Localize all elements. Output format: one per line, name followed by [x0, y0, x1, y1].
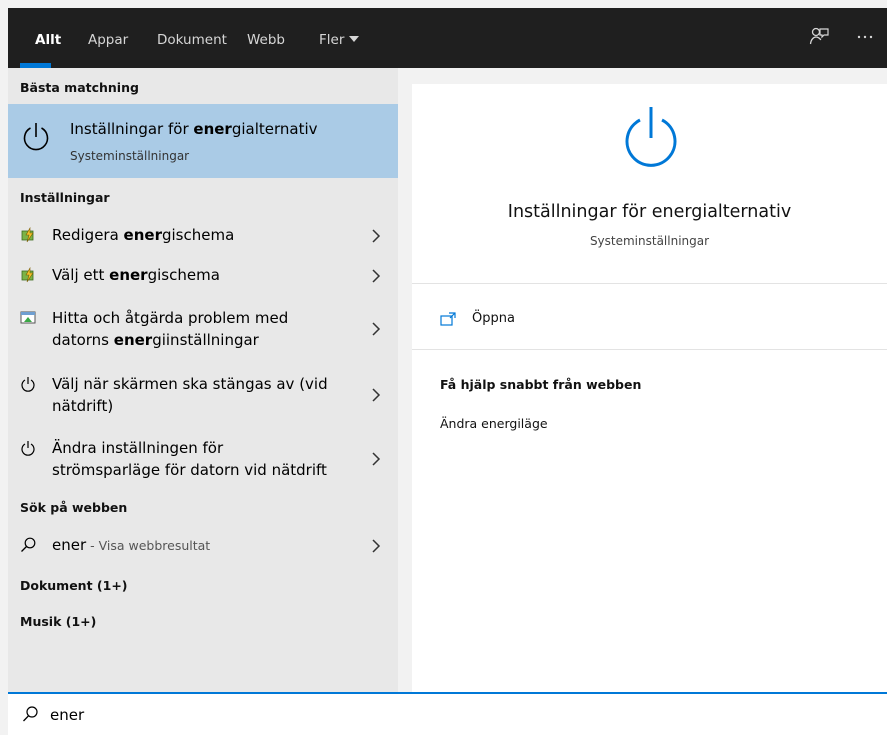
best-match-title: Inställningar för energialternativ	[70, 120, 318, 138]
caret-down-icon	[349, 36, 360, 42]
search-tabs-bar: Allt Appar Dokument Webb Fler	[8, 8, 887, 68]
troubleshoot-icon	[20, 311, 36, 324]
tab-web[interactable]: Webb	[247, 32, 285, 48]
tab-documents[interactable]: Dokument	[157, 32, 227, 48]
search-box[interactable]	[8, 694, 887, 735]
power-icon	[23, 123, 49, 151]
power-plan-icon	[21, 227, 34, 243]
item-label: Hitta och åtgärda problem med datorns en…	[52, 309, 289, 349]
search-icon	[21, 537, 36, 552]
chevron-right-icon[interactable]	[370, 388, 382, 402]
chevron-right-icon[interactable]	[370, 322, 382, 336]
web-help-link[interactable]: Ändra energiläge	[440, 416, 548, 431]
section-settings: Inställningar	[20, 190, 110, 205]
chevron-right-icon[interactable]	[370, 269, 382, 283]
item-label: Redigera energischema	[52, 226, 235, 244]
open-icon	[440, 312, 456, 326]
item-label: Ändra inställningen för strömsparläge fö…	[52, 439, 327, 479]
divider	[412, 283, 887, 284]
web-help-heading: Få hjälp snabbt från webben	[440, 377, 642, 392]
settings-item-edit-power-plan[interactable]: Redigera energischema	[8, 220, 398, 250]
power-icon	[21, 377, 35, 392]
chevron-right-icon[interactable]	[370, 452, 382, 466]
tab-all[interactable]: Allt	[35, 32, 61, 48]
feedback-icon[interactable]	[809, 26, 829, 46]
preview-subtitle: Systeminställningar	[589, 234, 710, 248]
power-plan-icon	[21, 267, 34, 283]
settings-item-sleep-mode[interactable]: Ändra inställningen för strömsparläge fö…	[8, 434, 398, 484]
section-best-match: Bästa matchning	[20, 80, 139, 95]
item-label: Välj när skärmen ska stängas av (vid nät…	[52, 375, 328, 415]
settings-item-choose-power-plan[interactable]: Välj ett energischema	[8, 260, 398, 290]
section-music[interactable]: Musik (1+)	[20, 614, 96, 629]
best-match-item[interactable]: Inställningar för energialternativ Syste…	[8, 104, 398, 178]
section-documents[interactable]: Dokument (1+)	[20, 578, 128, 593]
tab-more[interactable]: Fler	[319, 32, 360, 48]
item-label: Välj ett energischema	[52, 266, 220, 284]
chevron-right-icon[interactable]	[370, 539, 382, 553]
settings-item-screen-off[interactable]: Välj när skärmen ska stängas av (vid nät…	[8, 370, 398, 420]
best-match-subtitle: Systeminställningar	[70, 149, 190, 163]
open-label: Öppna	[472, 311, 515, 326]
power-icon	[625, 107, 677, 167]
web-search-item[interactable]: ener - Visa webbresultat	[8, 530, 398, 560]
settings-item-troubleshoot-power[interactable]: Hitta och åtgärda problem med datorns en…	[8, 304, 398, 354]
tab-more-label: Fler	[319, 32, 345, 48]
preview-pane: Inställningar för energialternativ Syste…	[412, 84, 887, 692]
divider	[412, 349, 887, 350]
open-action[interactable]: Öppna	[412, 306, 887, 336]
search-input[interactable]	[50, 702, 750, 728]
search-icon	[23, 706, 38, 722]
tab-apps[interactable]: Appar	[88, 32, 128, 48]
web-search-label: ener - Visa webbresultat	[52, 536, 211, 554]
more-options-icon[interactable]	[855, 26, 875, 46]
power-icon	[21, 441, 35, 456]
chevron-right-icon[interactable]	[370, 229, 382, 243]
preview-title: Inställningar för energialternativ	[507, 202, 792, 222]
section-web-search: Sök på webben	[20, 500, 128, 515]
results-list: Bästa matchning Inställningar för energi…	[8, 68, 398, 692]
